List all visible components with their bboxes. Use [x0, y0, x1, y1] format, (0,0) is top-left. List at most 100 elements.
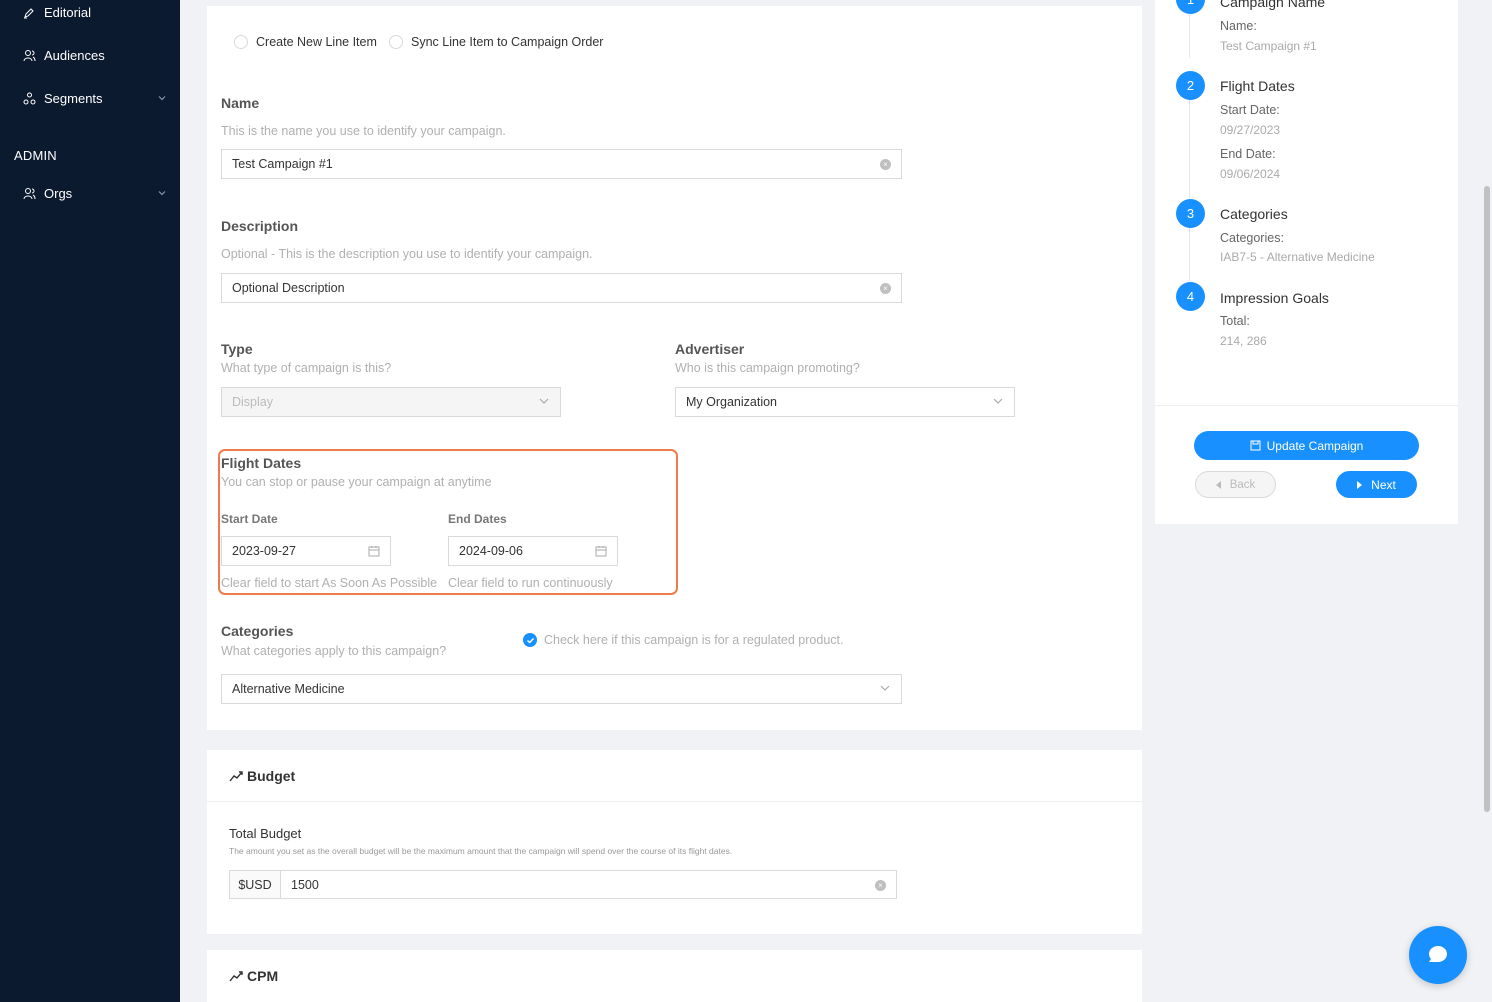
next-button[interactable]: Next [1336, 471, 1417, 498]
step-field-value: IAB7-5 - Alternative Medicine [1220, 250, 1375, 264]
trend-icon [229, 770, 243, 782]
step-field-key: Start Date: [1220, 103, 1280, 117]
categories-label: Categories [221, 623, 294, 639]
type-select[interactable]: Display [221, 387, 561, 417]
step-field-key: Name: [1220, 19, 1257, 33]
name-label: Name [221, 95, 260, 111]
advertiser-help: Who is this campaign promoting? [675, 361, 860, 375]
advertiser-select-value: My Organization [686, 395, 778, 409]
type-select-value: Display [232, 395, 273, 409]
next-label: Next [1371, 477, 1396, 492]
campaign-form-card: Create New Line Item Sync Line Item to C… [207, 6, 1142, 730]
clear-icon[interactable]: × [875, 880, 886, 891]
step-title: Impression Goals [1220, 290, 1329, 306]
total-budget-label: Total Budget [229, 826, 302, 841]
caret-left-icon [1215, 480, 1222, 489]
sync-line-item-radio[interactable]: Sync Line Item to Campaign Order [389, 35, 603, 49]
chevron-down-icon [538, 395, 550, 410]
divider [1155, 405, 1458, 406]
chevron-down-icon [157, 91, 167, 106]
name-input[interactable]: Test Campaign #1 × [221, 149, 902, 179]
cpm-title-text: CPM [247, 968, 279, 984]
categories-select[interactable]: Alternative Medicine [221, 674, 902, 704]
description-input-value: Optional Description [232, 281, 345, 295]
check-icon[interactable] [523, 633, 537, 647]
name-input-value: Test Campaign #1 [232, 157, 333, 171]
radio-label: Sync Line Item to Campaign Order [411, 35, 604, 49]
description-label: Description [221, 218, 299, 234]
users-icon [22, 49, 36, 63]
sidebar-item-orgs[interactable]: Orgs [22, 186, 167, 201]
page-scrollbar[interactable] [1484, 186, 1490, 812]
advertiser-label: Advertiser [675, 341, 745, 357]
flight-dates-highlight [218, 449, 678, 595]
segments-icon [22, 92, 36, 106]
description-help: Optional - This is the description you u… [221, 247, 593, 261]
chat-bubble-icon [1427, 944, 1449, 966]
chevron-down-icon [879, 682, 891, 697]
back-label: Back [1229, 478, 1256, 491]
regulated-product-checkbox[interactable]: Check here if this campaign is for a reg… [523, 633, 843, 647]
sidebar-item-editorial[interactable]: Editorial [22, 5, 167, 20]
divider [207, 801, 1142, 802]
step-number: 2 [1176, 71, 1205, 100]
step-number: 3 [1176, 199, 1205, 228]
radio-label: Create New Line Item [256, 35, 377, 49]
save-icon [1250, 440, 1261, 451]
step-title: Flight Dates [1220, 78, 1295, 94]
users-icon [22, 187, 36, 201]
trend-icon [229, 970, 243, 982]
update-campaign-button[interactable]: Update Campaign [1194, 431, 1419, 460]
step-field-value: 09/27/2023 [1220, 123, 1281, 137]
radio-circle[interactable] [389, 35, 403, 49]
step-field-value: Test Campaign #1 [1220, 39, 1317, 53]
campaign-summary-panel: 1 Campaign Name Name: Test Campaign #1 2… [1155, 0, 1458, 524]
radio-circle[interactable] [234, 35, 248, 49]
description-input[interactable]: Optional Description × [221, 273, 902, 303]
total-budget-value: 1500 [291, 877, 319, 892]
step-title: Categories [1220, 206, 1288, 222]
budget-title: Budget [229, 768, 295, 784]
type-help: What type of campaign is this? [221, 361, 392, 375]
caret-right-icon [1357, 480, 1363, 489]
sidebar-item-label: Orgs [44, 186, 73, 201]
clear-icon[interactable]: × [880, 159, 891, 170]
total-budget-input[interactable]: 1500 × [280, 870, 897, 899]
sidebar: Editorial Audiences Segments ADMIN Orgs [0, 0, 180, 1002]
back-button[interactable]: Back [1195, 471, 1276, 498]
clear-icon[interactable]: × [880, 283, 891, 294]
step-field-value: 214, 286 [1220, 334, 1267, 348]
step-number: 1 [1176, 0, 1205, 14]
total-budget-help: The amount you set as the overall budget… [229, 846, 733, 856]
categories-help: What categories apply to this campaign? [221, 644, 447, 658]
currency-addon: $USD [229, 870, 281, 899]
step-field-key: Total: [1220, 314, 1250, 328]
budget-card: Budget Total Budget The amount you set a… [207, 750, 1142, 934]
regulated-product-label: Check here if this campaign is for a reg… [544, 633, 844, 647]
chat-button[interactable] [1409, 926, 1467, 984]
step-field-value: 09/06/2024 [1220, 167, 1281, 181]
sidebar-item-label: Audiences [44, 48, 105, 63]
pen-icon [22, 6, 36, 20]
name-help: This is the name you use to identify you… [221, 124, 506, 138]
categories-select-value: Alternative Medicine [232, 682, 345, 696]
sidebar-item-label: Editorial [44, 5, 91, 20]
sidebar-item-audiences[interactable]: Audiences [22, 48, 167, 63]
budget-title-text: Budget [247, 768, 296, 784]
step-field-key: Categories: [1220, 231, 1284, 245]
step-connector [1189, 228, 1190, 280]
advertiser-select[interactable]: My Organization [675, 387, 1015, 417]
step-connector [1189, 14, 1190, 58]
step-connector [1189, 100, 1190, 198]
step-field-key: End Date: [1220, 147, 1276, 161]
step-title: Campaign Name [1220, 0, 1326, 10]
create-line-item-radio[interactable]: Create New Line Item [234, 35, 377, 49]
cpm-card: CPM [207, 950, 1142, 1002]
update-campaign-label: Update Campaign [1266, 438, 1364, 453]
cpm-title: CPM [229, 968, 278, 984]
chevron-down-icon [157, 186, 167, 201]
sidebar-item-label: Segments [44, 91, 103, 106]
sidebar-item-segments[interactable]: Segments [22, 91, 167, 106]
admin-section-title: ADMIN [14, 148, 57, 163]
chevron-down-icon [992, 395, 1004, 410]
